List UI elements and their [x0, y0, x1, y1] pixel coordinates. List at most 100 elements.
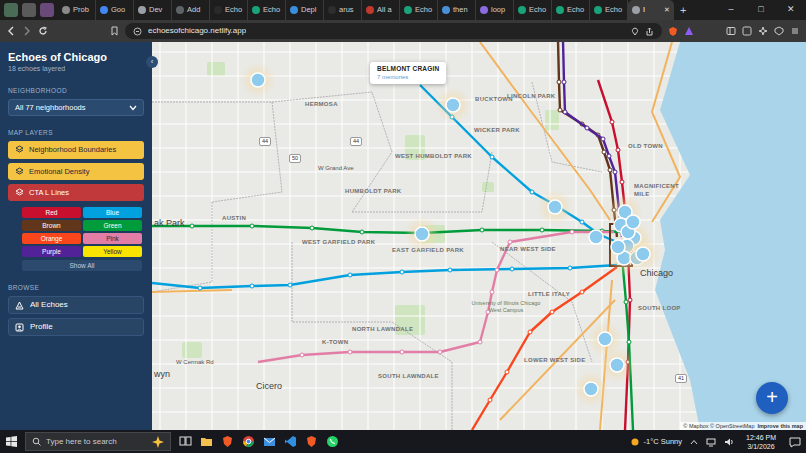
task-view-icon[interactable]	[179, 435, 192, 448]
favicon-icon	[480, 6, 488, 14]
line-filter[interactable]: Yellow	[83, 246, 142, 257]
tray-chevron-icon[interactable]	[690, 439, 698, 445]
map-label: LINCOLN PARK	[507, 92, 556, 100]
extensions-icon[interactable]	[742, 26, 752, 36]
brave-icon[interactable]	[305, 435, 318, 448]
search-placeholder: Type here to search	[46, 436, 147, 448]
bookmark-icon[interactable]	[110, 26, 119, 36]
vscode-icon[interactable]	[284, 435, 297, 448]
tab-label: arus	[339, 4, 354, 15]
rewards-icon[interactable]	[684, 26, 694, 36]
new-tab-button[interactable]: +	[674, 2, 692, 19]
map-label: K-TOWN	[322, 338, 348, 346]
weather-widget[interactable]: -1°C Sunny	[630, 436, 682, 447]
add-echo-button[interactable]: +	[756, 382, 788, 414]
map-label: University of Illinois Chicago West Camp…	[470, 300, 542, 314]
brave-icon[interactable]	[221, 435, 234, 448]
minimize-button[interactable]: –	[716, 3, 746, 17]
line-filter[interactable]: Orange	[22, 233, 81, 244]
browser-tab[interactable]: Echo	[590, 0, 628, 20]
browse-item[interactable]: All Echoes	[8, 296, 144, 314]
echo-pin[interactable]	[626, 215, 640, 229]
layers-icon	[15, 167, 24, 176]
browser-tab[interactable]: Echo	[210, 0, 248, 20]
browse-item[interactable]: Profile	[8, 318, 144, 336]
back-arrow-icon[interactable]	[6, 26, 16, 36]
echo-pin[interactable]	[537, 189, 573, 225]
favicon-icon	[442, 6, 450, 14]
layer-toggle[interactable]: CTA L Lines	[8, 184, 144, 201]
browser-tab[interactable]: Add	[172, 0, 210, 20]
browser-tab[interactable]: then	[438, 0, 476, 20]
browser-tab[interactable]: Goo	[96, 0, 134, 20]
url-text[interactable]: echoesofchicago.netlify.app	[148, 25, 246, 37]
clock[interactable]: 12:46 PM3/1/2026	[742, 433, 780, 451]
map-label: LITTLE ITALY	[528, 290, 570, 298]
whatsapp-icon[interactable]	[326, 435, 339, 448]
tab-label: then	[453, 4, 468, 15]
browser-tab[interactable]: Dev	[134, 0, 172, 20]
sidebar-icon[interactable]	[726, 26, 736, 36]
windows-logo-icon[interactable]	[6, 436, 17, 447]
echo-pin[interactable]	[435, 87, 471, 123]
profile-icon[interactable]	[40, 3, 54, 17]
echo-pin[interactable]	[611, 240, 625, 254]
line-filter[interactable]: Brown	[22, 220, 81, 231]
profile-icon[interactable]	[4, 3, 18, 17]
network-icon[interactable]	[706, 437, 716, 447]
wallet-icon[interactable]	[774, 26, 784, 36]
browser-tab[interactable]: Prob	[58, 0, 96, 20]
notifications-icon[interactable]	[788, 436, 802, 448]
share-icon[interactable]	[645, 27, 654, 36]
browser-tab[interactable]: Echo	[552, 0, 590, 20]
improve-map-link[interactable]: Improve this map	[757, 422, 803, 430]
copilot-icon	[152, 436, 164, 448]
browser-tab[interactable]: Echo	[248, 0, 286, 20]
maximize-button[interactable]: □	[746, 3, 776, 17]
echo-pin[interactable]	[625, 236, 661, 272]
mail-icon[interactable]	[263, 435, 276, 448]
attribution-text[interactable]: © Mapbox © OpenStreetMap	[683, 422, 754, 430]
browser-tab[interactable]: All a	[362, 0, 400, 20]
forward-arrow-icon[interactable]	[22, 26, 32, 36]
layer-label: CTA L Lines	[29, 187, 69, 198]
map-label: W Cermak Rd	[176, 358, 214, 366]
line-filter[interactable]: Blue	[83, 207, 142, 218]
brave-shield-icon[interactable]	[668, 26, 678, 37]
layer-toggle[interactable]: Emotional Density	[8, 163, 144, 180]
browser-tab[interactable]: Echo	[514, 0, 552, 20]
address-bar[interactable]: echoesofchicago.netlify.app	[125, 23, 662, 39]
chrome-icon[interactable]	[242, 435, 255, 448]
route-shield: 44	[259, 137, 271, 146]
browser-tab[interactable]: Echo	[400, 0, 438, 20]
echo-pin[interactable]	[573, 371, 609, 407]
file-explorer-icon[interactable]	[200, 435, 213, 448]
browser-tab[interactable]: arus	[324, 0, 362, 20]
profile-icon[interactable]	[22, 3, 36, 17]
echo-pin[interactable]	[404, 216, 440, 252]
map-label: HUMBOLDT PARK	[345, 187, 401, 195]
volume-icon[interactable]	[724, 437, 734, 447]
layer-toggle[interactable]: Neighborhood Boundaries	[8, 141, 144, 158]
line-filter[interactable]: Green	[83, 220, 142, 231]
collapse-button[interactable]: ‹	[146, 56, 158, 68]
browser-tab[interactable]: I✕	[628, 0, 674, 20]
close-button[interactable]: ✕	[776, 3, 806, 17]
map[interactable]: HERMOSAW Grand AveWEST HUMBOLDT PARKHUMB…	[152, 42, 806, 430]
line-filter[interactable]: Red	[22, 207, 81, 218]
menu-icon[interactable]	[790, 26, 800, 36]
location-icon[interactable]	[631, 27, 639, 36]
show-all-button[interactable]: Show All	[22, 260, 142, 271]
leo-icon[interactable]	[758, 26, 768, 36]
echo-pin[interactable]	[240, 62, 276, 98]
browser-tab[interactable]: loop	[476, 0, 514, 20]
line-filter[interactable]: Pink	[83, 233, 142, 244]
line-filter[interactable]: Purple	[22, 246, 81, 257]
reload-icon[interactable]	[38, 26, 48, 36]
neighborhood-select[interactable]: All 77 neighborhoods	[8, 99, 144, 116]
echo-pin[interactable]	[589, 230, 603, 244]
tab-close-button[interactable]: ✕	[664, 5, 670, 16]
taskbar-search[interactable]: Type here to search	[25, 432, 171, 451]
site-info-icon[interactable]	[133, 27, 142, 36]
browser-tab[interactable]: Depl	[286, 0, 324, 20]
